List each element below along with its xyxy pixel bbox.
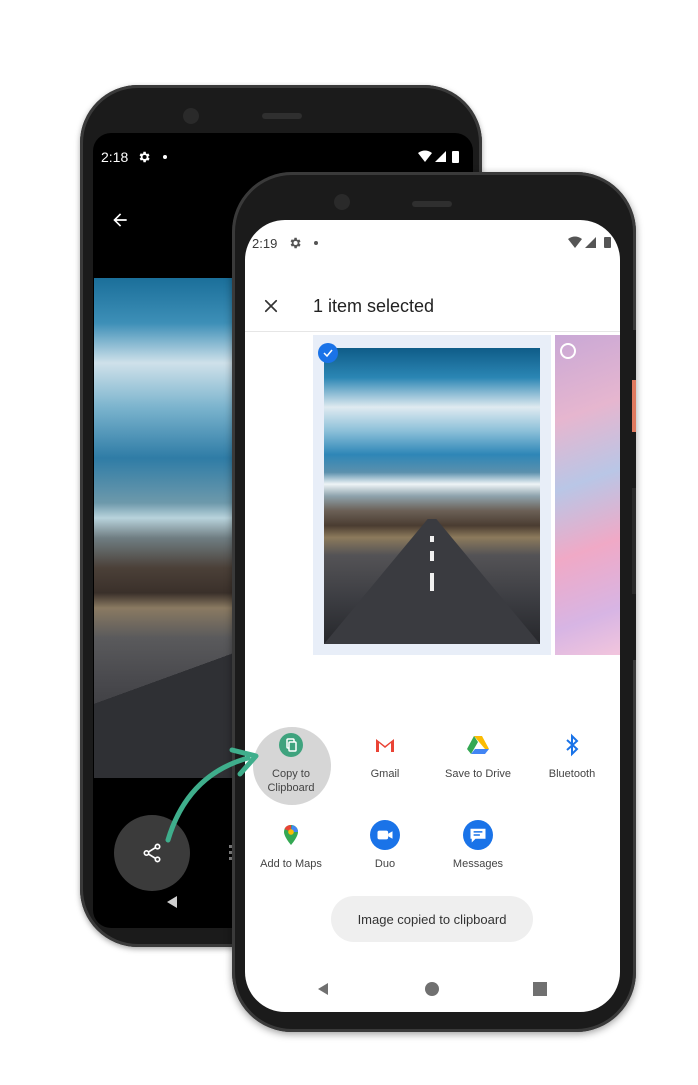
bluetooth-target[interactable]: Bluetooth xyxy=(527,733,617,781)
back-arrow-icon[interactable] xyxy=(110,210,130,230)
status-icons xyxy=(418,150,459,163)
lane-marking xyxy=(430,573,434,591)
snackbar: Image copied to clipboard xyxy=(331,896,533,942)
checkmark-icon xyxy=(318,343,338,363)
battery-icon xyxy=(604,237,611,248)
maps-label: Add to Maps xyxy=(260,858,322,870)
unselected-circle-icon xyxy=(560,343,576,359)
save-to-drive-target[interactable]: Save to Drive xyxy=(433,733,523,781)
back-phone-earpiece xyxy=(262,113,302,119)
back-phone-camera xyxy=(183,108,199,124)
wifi-icon xyxy=(568,236,582,248)
lane-marking xyxy=(430,536,434,542)
messages-icon xyxy=(463,820,493,850)
gear-icon xyxy=(139,151,150,163)
volume-button xyxy=(632,488,636,594)
drive-label: Save to Drive xyxy=(444,768,512,780)
bluetooth-label: Bluetooth xyxy=(548,768,596,780)
duo-icon xyxy=(370,820,400,850)
gear-icon xyxy=(290,237,301,249)
notification-dot xyxy=(314,241,318,245)
copy-label-line2: Clipboard xyxy=(267,782,315,794)
selection-title: 1 item selected xyxy=(313,296,435,316)
nav-recents-icon[interactable] xyxy=(532,981,548,997)
signal-icon xyxy=(435,151,446,162)
messages-label: Messages xyxy=(452,858,504,870)
bluetooth-icon xyxy=(566,733,579,757)
battery-icon xyxy=(452,151,459,163)
duo-label: Duo xyxy=(374,858,396,870)
duo-target[interactable]: Duo xyxy=(340,820,430,871)
signal-icon xyxy=(585,237,596,248)
lane-marking xyxy=(430,551,434,561)
copy-icon xyxy=(279,733,303,757)
messages-target[interactable]: Messages xyxy=(433,820,523,871)
selected-photo xyxy=(324,348,540,644)
maps-pin-icon xyxy=(284,825,298,845)
close-icon[interactable] xyxy=(262,297,280,315)
gmail-target[interactable]: Gmail xyxy=(340,733,430,781)
header-divider xyxy=(245,331,620,332)
back-status-time: 2:18 xyxy=(101,149,129,165)
front-phone-earpiece xyxy=(412,201,452,207)
pointer-arrow xyxy=(165,747,259,843)
gmail-icon xyxy=(376,739,394,752)
notification-dot xyxy=(163,155,167,159)
gmail-label: Gmail xyxy=(370,768,400,780)
front-phone-camera xyxy=(334,194,350,210)
nav-back-icon[interactable] xyxy=(164,894,180,910)
power-button xyxy=(632,380,636,432)
nav-home-icon[interactable] xyxy=(424,981,440,997)
drive-icon xyxy=(467,736,489,754)
wifi-icon xyxy=(418,150,432,162)
front-status-time: 2:19 xyxy=(252,236,278,251)
nav-back-icon[interactable] xyxy=(315,981,331,997)
status-icons xyxy=(568,236,611,248)
copy-label-line1: Copy to xyxy=(272,768,310,780)
